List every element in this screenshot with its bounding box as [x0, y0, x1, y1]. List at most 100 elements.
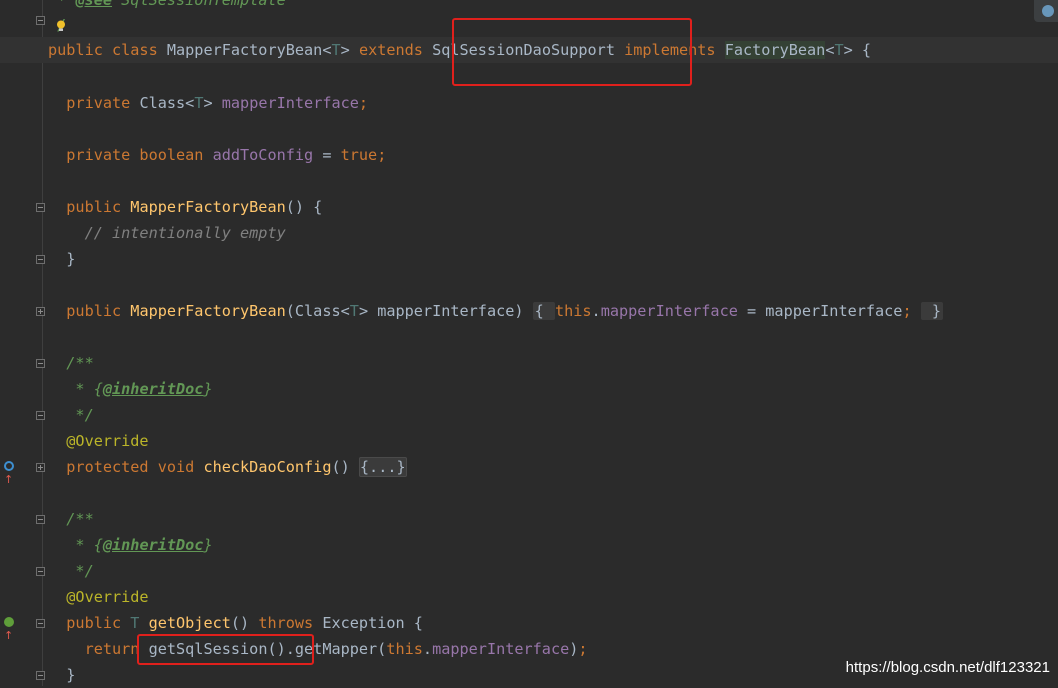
code-line[interactable] [0, 168, 1058, 194]
code-token: () { [285, 198, 323, 216]
code-text: /** [48, 350, 94, 376]
code-line[interactable]: protected void checkDaoConfig() {...} [0, 454, 1058, 480]
code-token: Class [139, 94, 186, 112]
code-text: */ [48, 402, 94, 428]
code-line[interactable]: } [0, 246, 1058, 272]
code-token: mapperInterface [221, 94, 359, 112]
code-token: (Class [285, 302, 341, 320]
code-token: SqlSessionTemplate [112, 0, 286, 9]
expand-icon[interactable] [36, 307, 45, 316]
code-text: } [48, 662, 75, 688]
code-line[interactable]: * {@inheritDoc} [0, 532, 1058, 558]
code-text: public MapperFactoryBean(Class<T> mapper… [48, 298, 944, 324]
code-text: public T getObject() throws Exception { [48, 610, 423, 636]
code-line[interactable]: private boolean addToConfig = true; [0, 142, 1058, 168]
code-token: T [331, 41, 341, 59]
code-token: } [48, 666, 76, 684]
implements-method-icon[interactable]: ↑ [4, 615, 20, 642]
code-token: /** [48, 354, 94, 372]
code-token: throws [258, 614, 323, 632]
code-text: @Override [48, 584, 149, 610]
code-line[interactable]: public MapperFactoryBean(Class<T> mapper… [0, 298, 1058, 324]
code-token: > [340, 41, 359, 59]
code-token: () [331, 458, 359, 476]
code-token: } [203, 380, 213, 398]
code-token: @inheritDoc [102, 536, 204, 554]
code-token: * [48, 0, 76, 9]
code-token: . [422, 640, 433, 658]
overrides-method-icon[interactable]: ↑ [4, 459, 20, 486]
code-token: addToConfig [212, 146, 314, 164]
code-token: MapperFactoryBean [130, 198, 286, 216]
code-token: protected void [48, 458, 204, 476]
code-token: T [834, 41, 844, 59]
code-token: . [591, 302, 601, 320]
code-line[interactable] [0, 272, 1058, 298]
code-token: } [48, 250, 76, 268]
code-line[interactable]: * {@inheritDoc} [0, 376, 1058, 402]
code-token: checkDaoConfig [203, 458, 332, 476]
code-token: public [48, 302, 131, 320]
code-token: < [185, 94, 195, 112]
code-text: /** [48, 506, 94, 532]
code-token: * { [48, 536, 103, 554]
fold-icon[interactable] [36, 411, 45, 420]
fold-icon[interactable] [36, 359, 45, 368]
fold-icon[interactable] [36, 203, 45, 212]
code-token: > [203, 94, 222, 112]
code-token: @see [75, 0, 113, 9]
code-line[interactable]: @Override [0, 584, 1058, 610]
code-line[interactable] [0, 116, 1058, 142]
code-line[interactable]: public MapperFactoryBean() { [0, 194, 1058, 220]
code-line[interactable]: // intentionally empty [0, 220, 1058, 246]
fold-icon[interactable] [36, 671, 45, 680]
fold-icon[interactable] [36, 619, 45, 628]
code-token: return [48, 640, 149, 658]
code-text: */ [48, 558, 94, 584]
code-token: < [340, 302, 350, 320]
code-line[interactable]: /** [0, 350, 1058, 376]
code-text: return getSqlSession().getMapper(this.ma… [48, 636, 588, 662]
code-line[interactable]: /** [0, 506, 1058, 532]
code-token: @Override [48, 588, 149, 606]
plugin-badge-icon[interactable] [1034, 0, 1058, 22]
code-line[interactable]: @Override [0, 428, 1058, 454]
intention-bulb-icon[interactable] [56, 20, 66, 32]
code-token: true [340, 146, 378, 164]
fold-icon[interactable] [36, 567, 45, 576]
code-token: ; [578, 640, 588, 658]
code-token: public [48, 198, 131, 216]
code-token: public class [48, 41, 167, 59]
code-text: public MapperFactoryBean() { [48, 194, 322, 220]
expand-icon[interactable] [36, 463, 45, 472]
code-token: } [203, 536, 213, 554]
code-token: mapperInterface [432, 640, 570, 658]
code-line[interactable]: */ [0, 558, 1058, 584]
code-token: * { [48, 380, 103, 398]
code-token: private [48, 94, 140, 112]
code-token: MapperFactoryBean [130, 302, 286, 320]
code-text: @Override [48, 428, 148, 454]
code-token: ; [902, 302, 912, 320]
code-token: FactoryBean [724, 41, 826, 59]
code-token: () [230, 614, 259, 632]
code-token: */ [48, 406, 94, 424]
code-token: = mapperInterface [737, 302, 903, 320]
code-token: */ [48, 562, 94, 580]
code-token: ; [358, 94, 369, 112]
code-token: } [920, 302, 944, 320]
code-text: * {@inheritDoc} [48, 376, 213, 402]
fold-icon[interactable] [36, 16, 45, 25]
fold-icon[interactable] [36, 515, 45, 524]
code-token: /** [48, 510, 94, 528]
code-line[interactable]: public T getObject() throws Exception { [0, 610, 1058, 636]
code-token: = [313, 146, 341, 164]
code-line[interactable] [0, 324, 1058, 350]
code-line[interactable]: private Class<T> mapperInterface; [0, 90, 1058, 116]
code-token: MapperFactoryBean [166, 41, 323, 59]
code-line[interactable]: */ [0, 402, 1058, 428]
fold-icon[interactable] [36, 255, 45, 264]
code-line[interactable] [0, 480, 1058, 506]
